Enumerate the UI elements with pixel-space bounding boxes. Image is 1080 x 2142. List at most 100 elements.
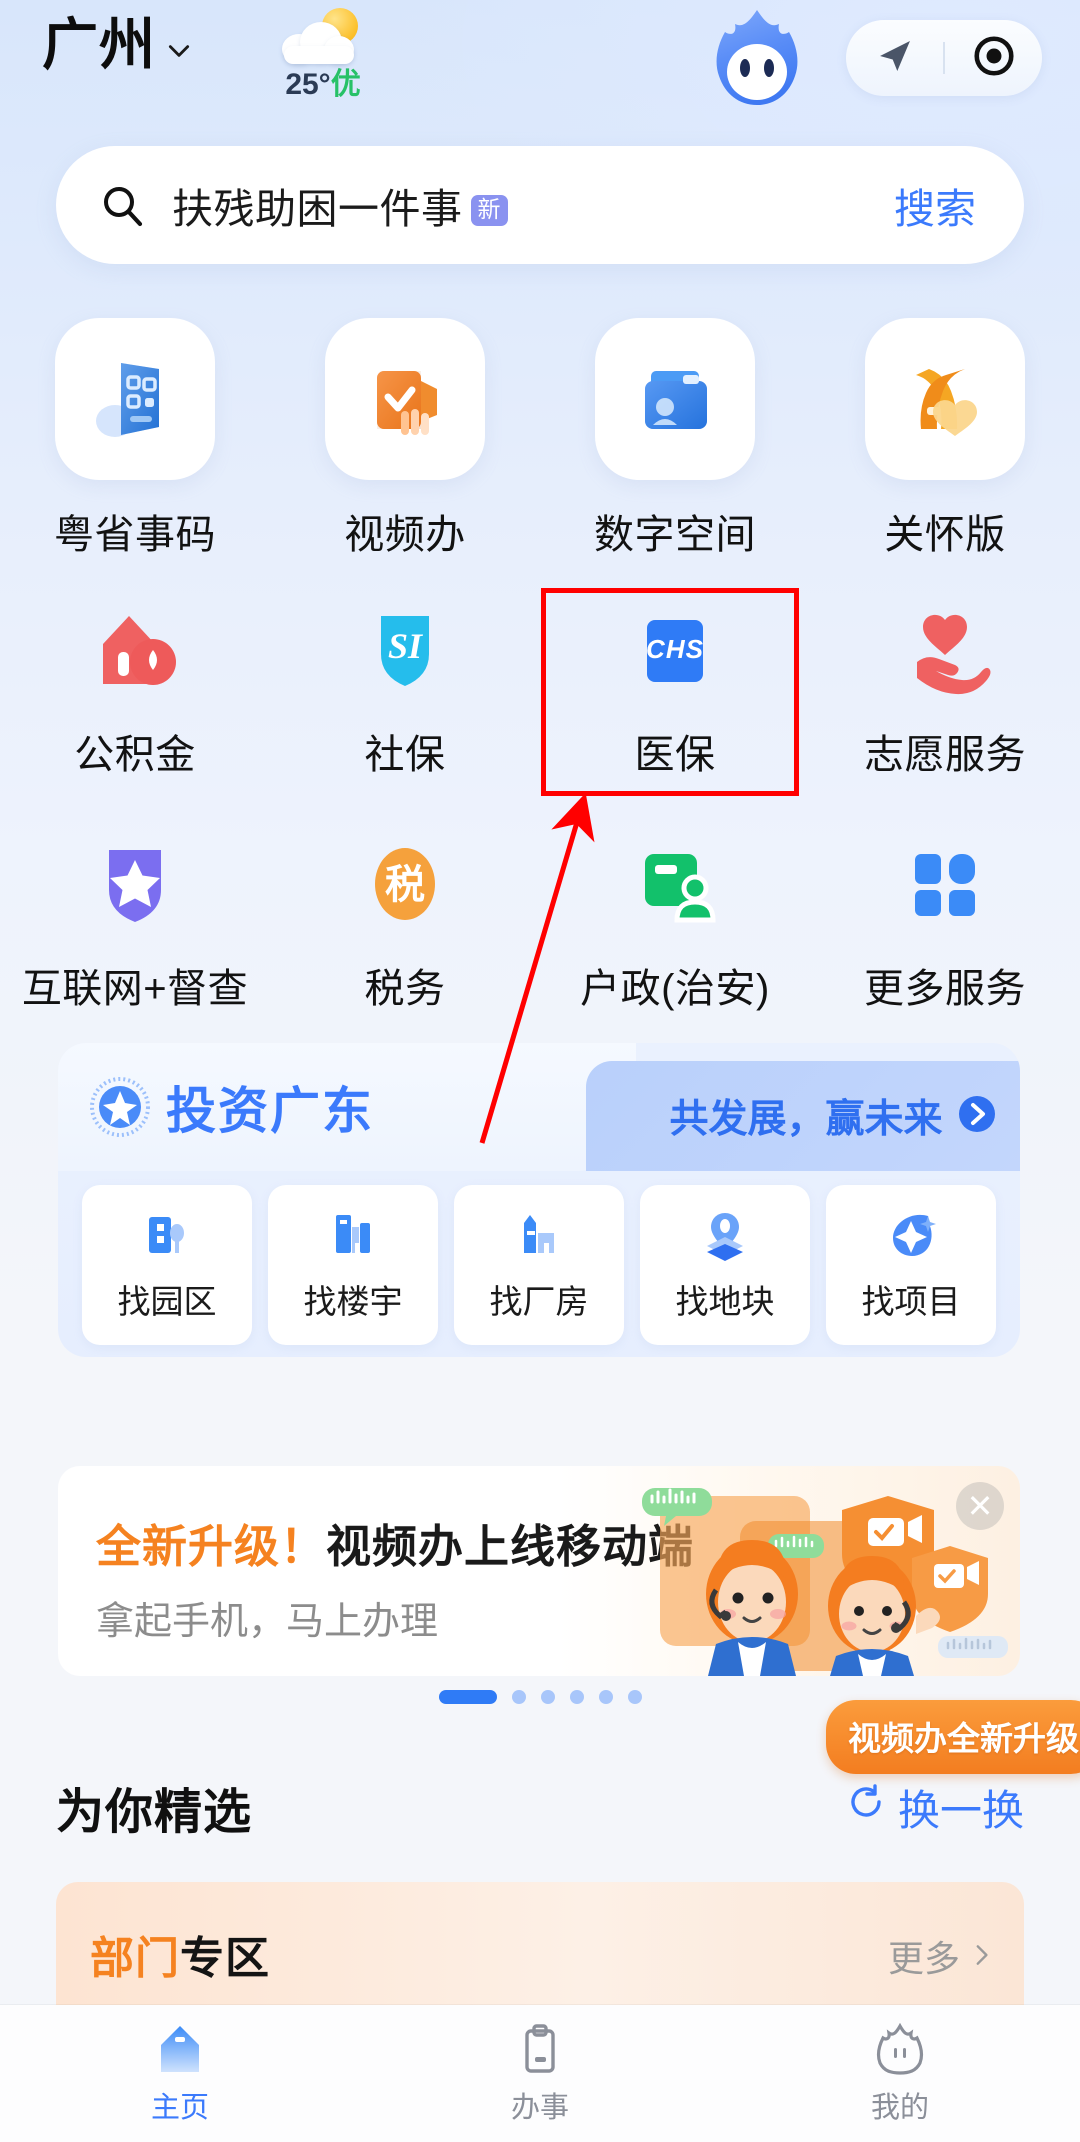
city-selector[interactable]: 广州 [42,14,192,76]
home-icon [155,2023,205,2075]
promo-float-badge[interactable]: 视频办全新升级 [826,1700,1080,1774]
invest-tile-park[interactable]: 找园区 [82,1185,252,1345]
temperature: 25° [285,68,331,101]
service-item-internet-supervision[interactable]: 互联网+督查 [0,832,270,1014]
department-zone-title-orange: 部门 [90,1934,180,1983]
bottom-tab-bar: 主页 办事 我的 [0,2005,1080,2142]
service-grid-row-1: 粤省事码 视频办 数字空间 关怀版 [0,318,1080,560]
carousel-dot[interactable] [569,1690,584,1704]
grid-squares-icon [891,832,999,936]
sun-behind-cloud-icon [280,8,366,66]
refresh-icon [846,1782,886,1832]
service-item-household-police[interactable]: 户政(治安) [540,832,810,1014]
close-icon[interactable]: ✕ [956,1482,1004,1530]
record-circle-icon [971,33,1017,84]
tax-oval-icon: 税 [351,832,459,936]
service-item-volunteer[interactable]: 志愿服务 [810,598,1080,780]
navigate-button[interactable] [846,20,943,96]
service-label: 视频办 [344,513,466,557]
search-new-badge: 新 [470,195,508,226]
red-house-icon [81,598,189,702]
invest-tile-land[interactable]: 找地块 [640,1185,810,1345]
invest-card-header: 投资广东 共发展，赢未来 [58,1043,1020,1171]
flame-mascot-icon[interactable] [705,6,809,110]
service-label: 志愿服务 [864,733,1026,777]
carousel-dot[interactable] [598,1690,613,1704]
service-item-housing-fund[interactable]: 公积金 [0,598,270,780]
service-grid-row-3: 互联网+督查 税 税务 户政(治安) 更多服务 [0,832,1080,1014]
tab-home[interactable]: 主页 [0,2023,360,2126]
invest-guangdong-card[interactable]: 投资广东 共发展，赢未来 找园区 找楼宇 找厂房 找地块 找项目 [58,1043,1020,1357]
service-grid: 粤省事码 视频办 数字空间 关怀版 公积金 SI 社保 CHS 医保 志愿服务 … [0,318,1080,1014]
promo-title: 全新升级！视频办上线移动端 [96,1510,694,1575]
invest-tile-label: 找厂房 [489,1283,589,1320]
chevron-down-icon [166,38,192,64]
service-item-social-insurance[interactable]: SI 社保 [270,598,540,780]
carousel-dot[interactable] [540,1690,555,1704]
tab-label: 我的 [870,2092,929,2124]
service-label: 税务 [364,967,446,1011]
service-label: 户政(治安) [580,967,770,1011]
invest-tile-label: 找园区 [117,1283,217,1320]
record-button[interactable] [945,20,1042,96]
invest-tile-label: 找地块 [675,1283,775,1320]
invest-tile-factory[interactable]: 找厂房 [454,1185,624,1345]
video-check-icon [325,318,485,480]
service-label: 社保 [364,733,446,777]
service-item-care-edition[interactable]: 关怀版 [810,318,1080,560]
featured-refresh-button[interactable]: 换一换 [846,1777,1024,1838]
service-label: 医保 [634,733,716,777]
chevron-right-icon [968,1935,994,1977]
service-label: 粤省事码 [54,513,216,557]
search-button[interactable]: 搜索 [894,175,976,235]
tab-mine[interactable]: 我的 [720,2023,1080,2126]
service-item-digital-space[interactable]: 数字空间 [540,318,810,560]
department-zone-card[interactable]: 部门专区 更多 [56,1882,1024,2007]
service-label: 数字空间 [594,513,756,557]
tab-label: 主页 [150,2092,209,2124]
navigation-arrow-icon [872,33,918,84]
invest-tiles: 找园区 找楼宇 找厂房 找地块 找项目 [58,1185,1020,1345]
tower-building-icon [325,1207,381,1263]
invest-slogan-button[interactable]: 共发展，赢未来 [586,1061,1020,1171]
svg-text:CHS: CHS [646,634,704,664]
carousel-dot[interactable] [511,1690,526,1704]
service-item-medical-insurance[interactable]: CHS 医保 [540,598,810,780]
service-item-video-service[interactable]: 视频办 [270,318,540,560]
tab-label: 办事 [510,2092,569,2124]
purple-star-shield-icon [81,832,189,936]
service-item-tax[interactable]: 税 税务 [270,832,540,1014]
service-label: 更多服务 [864,967,1026,1011]
search-bar[interactable]: 扶残助困一件事新 搜索 [56,146,1024,264]
promo-banner[interactable]: 全新升级！视频办上线移动端 拿起手机，马上办理 ✕ [58,1466,1020,1676]
chevron-right-circle-icon [957,1094,997,1139]
svg-text:税: 税 [385,863,425,907]
carousel-dot[interactable] [627,1690,642,1704]
mascot-head-icon [875,2023,925,2075]
invest-title: 投资广东 [166,1083,374,1139]
search-icon [100,183,144,227]
featured-refresh-label: 换一换 [897,1786,1024,1834]
svg-text:SI: SI [388,626,424,666]
weather-widget[interactable]: 25°优 [258,8,388,102]
invest-tile-project[interactable]: 找项目 [826,1185,996,1345]
service-item-yuesheng-code[interactable]: 粤省事码 [0,318,270,560]
carousel-dot-active[interactable] [438,1690,497,1704]
header: 广州 25°优 [0,0,1080,115]
department-zone-title: 部门专区 [90,1922,270,1986]
location-action-pill[interactable] [846,20,1042,96]
service-grid-row-2: 公积金 SI 社保 CHS 医保 志愿服务 [0,598,1080,780]
department-zone-title-black: 专区 [180,1934,270,1983]
park-building-icon [139,1207,195,1263]
tab-services[interactable]: 办事 [360,2023,720,2126]
featured-section-header: 为你精选 换一换 [56,1772,1024,1842]
service-label: 互联网+督查 [21,967,249,1011]
green-id-person-icon [621,832,729,936]
service-item-more-services[interactable]: 更多服务 [810,832,1080,1014]
clipboard-icon [515,2023,565,2075]
department-zone-more-link[interactable]: 更多 [888,1930,994,1982]
invest-tile-building[interactable]: 找楼宇 [268,1185,438,1345]
service-label: 公积金 [74,733,196,777]
city-name: 广州 [42,13,156,76]
search-input[interactable]: 扶残助困一件事新 [172,175,508,235]
